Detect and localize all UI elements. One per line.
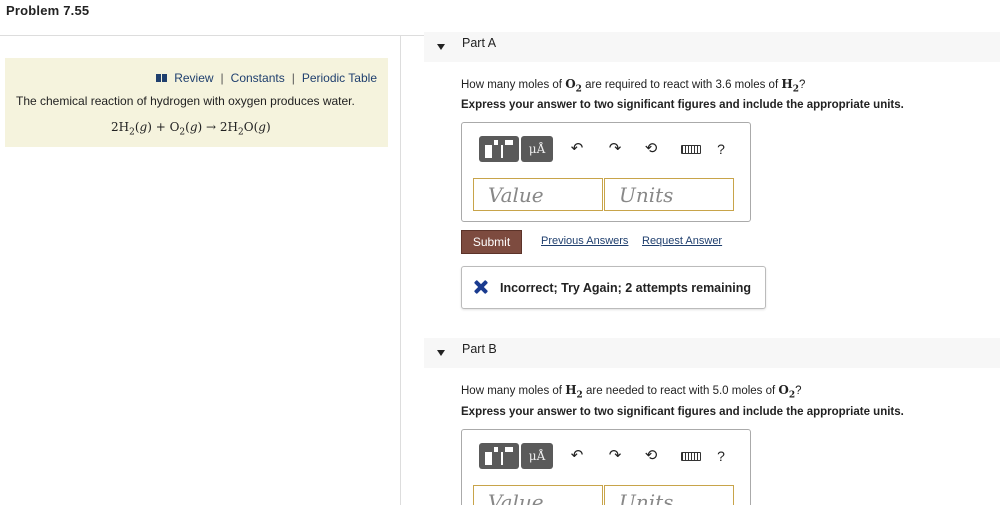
- part-a-label: Part A: [462, 36, 497, 50]
- info-links: Review | Constants | Periodic Table: [156, 71, 377, 85]
- templates-icon[interactable]: [479, 443, 519, 469]
- constants-link[interactable]: Constants: [231, 71, 285, 85]
- part-b-label: Part B: [462, 342, 497, 356]
- part-b-question: How many moles of H2 are needed to react…: [461, 383, 802, 401]
- part-a-question: How many moles of O2 are required to rea…: [461, 77, 806, 95]
- redo-icon[interactable]: ↷: [604, 136, 626, 162]
- reset-icon[interactable]: ⟲: [640, 443, 662, 469]
- undo-icon[interactable]: ↶: [566, 443, 588, 469]
- redo-icon[interactable]: ↷: [604, 443, 626, 469]
- feedback-box: Incorrect; Try Again; 2 attempts remaini…: [461, 266, 766, 309]
- part-b-header[interactable]: Part B: [424, 338, 1000, 368]
- request-answer-link[interactable]: Request Answer: [642, 235, 722, 247]
- units-input[interactable]: [604, 485, 734, 505]
- part-b-answer-box: μÅ ↶ ↷ ⟲ ?: [461, 429, 751, 505]
- templates-icon[interactable]: [479, 136, 519, 162]
- reaction-description: The chemical reaction of hydrogen with o…: [16, 94, 355, 108]
- review-link[interactable]: Review: [174, 71, 213, 85]
- periodic-table-link[interactable]: Periodic Table: [302, 71, 377, 85]
- panel-divider: [400, 36, 401, 505]
- keyboard-icon[interactable]: [676, 443, 706, 469]
- reaction-equation: 2H2(g) + O2(g) → 2H2O(g): [111, 120, 271, 138]
- value-input[interactable]: [473, 178, 603, 211]
- part-a-answer-box: μÅ ↶ ↷ ⟲ ?: [461, 122, 751, 222]
- link-separator: |: [291, 71, 295, 85]
- caret-down-icon: [437, 44, 445, 50]
- help-button[interactable]: ?: [710, 443, 732, 469]
- top-bar: Problem 7.55: [0, 0, 1000, 36]
- reset-icon[interactable]: ⟲: [640, 136, 662, 162]
- feedback-message: Incorrect; Try Again; 2 attempts remaini…: [500, 281, 751, 295]
- submit-button[interactable]: Submit: [461, 230, 522, 254]
- info-panel: Review | Constants | Periodic Table The …: [5, 58, 388, 147]
- units-menu-button[interactable]: μÅ: [521, 443, 553, 469]
- caret-down-icon: [437, 350, 445, 356]
- value-input[interactable]: [473, 485, 603, 505]
- previous-answers-link[interactable]: Previous Answers: [541, 235, 628, 247]
- keyboard-icon[interactable]: [676, 136, 706, 162]
- problem-title: Problem 7.55: [6, 3, 90, 18]
- units-input[interactable]: [604, 178, 734, 211]
- part-b-instructions: Express your answer to two significant f…: [461, 406, 904, 418]
- part-a-header[interactable]: Part A: [424, 32, 1000, 62]
- undo-icon[interactable]: ↶: [566, 136, 588, 162]
- help-button[interactable]: ?: [710, 136, 732, 162]
- book-icon: [156, 74, 168, 82]
- incorrect-x-icon: [474, 280, 488, 294]
- link-separator: |: [220, 71, 224, 85]
- units-menu-button[interactable]: μÅ: [521, 136, 553, 162]
- part-a-instructions: Express your answer to two significant f…: [461, 99, 904, 111]
